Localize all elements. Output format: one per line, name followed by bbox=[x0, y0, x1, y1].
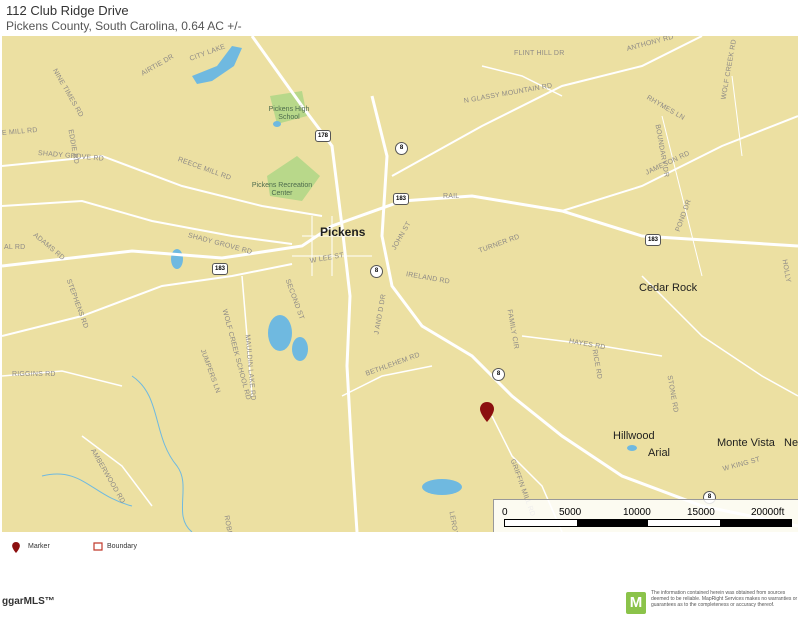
scale-tick-20000ft: 20000ft bbox=[751, 507, 785, 518]
shady-grove-rd bbox=[2, 199, 293, 245]
legend-boundary-label: Boundary bbox=[107, 543, 137, 550]
scale-tick-5000: 5000 bbox=[559, 507, 582, 518]
scale-bar: 0 5000 10000 15000 20000ft bbox=[493, 499, 798, 532]
label-rail: RAIL bbox=[443, 193, 460, 200]
town-monte-vista: Monte Vista bbox=[717, 437, 775, 449]
pond-3 bbox=[171, 249, 183, 269]
town-hillwood: Hillwood bbox=[613, 430, 655, 442]
disclaimer-text: The information contained herein was obt… bbox=[651, 590, 798, 608]
shield-us183-c: 183 bbox=[645, 234, 661, 246]
mapright-logo: M bbox=[626, 592, 646, 614]
pond-1 bbox=[268, 315, 292, 351]
shield-us178: 178 bbox=[315, 130, 331, 142]
scale-segment-2 bbox=[576, 520, 648, 526]
town-pickens: Pickens bbox=[320, 225, 366, 239]
mls-logo: ggarMLS™ bbox=[2, 596, 55, 607]
stream-1 bbox=[131, 375, 193, 532]
property-title: 112 Club Ridge Drive bbox=[6, 3, 129, 18]
pond-4 bbox=[422, 479, 462, 495]
shield-us183-b: 183 bbox=[212, 263, 228, 275]
property-subtitle: Pickens County, South Carolina, 0.64 AC … bbox=[6, 19, 242, 33]
label-riggins-rd: RIGGINS RD bbox=[12, 371, 56, 378]
label-flint-hill-dr: FLINT HILL DR bbox=[514, 50, 565, 57]
scale-bar-track bbox=[504, 519, 792, 527]
scale-segment-4 bbox=[719, 520, 791, 526]
road-east-3 bbox=[731, 75, 743, 157]
road-east-2 bbox=[661, 115, 703, 277]
header: 112 Club Ridge Drive Pickens County, Sou… bbox=[0, 0, 800, 36]
legend-marker-label: Marker bbox=[28, 543, 50, 550]
map-canvas[interactable]: Pickens High School Pickens Recreation C… bbox=[2, 36, 798, 532]
shield-us183-a: 183 bbox=[393, 193, 409, 205]
scale-tick-0: 0 bbox=[502, 507, 508, 518]
poi-high-school: Pickens High School bbox=[268, 106, 310, 121]
marker-legend-icon bbox=[12, 542, 20, 555]
boundary-legend-icon bbox=[93, 542, 103, 553]
town-cedar-rock: Cedar Rock bbox=[639, 282, 698, 294]
scale-tick-15000: 15000 bbox=[687, 507, 715, 518]
town-arial: Arial bbox=[648, 447, 671, 459]
pond-2 bbox=[292, 337, 308, 361]
town-ne: Ne bbox=[784, 437, 798, 449]
shield-sc8-b: 8 bbox=[370, 265, 383, 278]
pond-6 bbox=[627, 445, 637, 451]
label-al-rd: AL RD bbox=[4, 244, 26, 251]
road-sw bbox=[2, 263, 293, 337]
jameson-rd bbox=[561, 115, 798, 212]
shield-sc8-a: 8 bbox=[395, 142, 408, 155]
scale-tick-10000: 10000 bbox=[623, 507, 651, 518]
poi-recreation-center: Pickens Recreation Center bbox=[251, 182, 313, 197]
hwy-8 bbox=[370, 95, 798, 528]
shield-sc8-c: 8 bbox=[492, 368, 505, 381]
